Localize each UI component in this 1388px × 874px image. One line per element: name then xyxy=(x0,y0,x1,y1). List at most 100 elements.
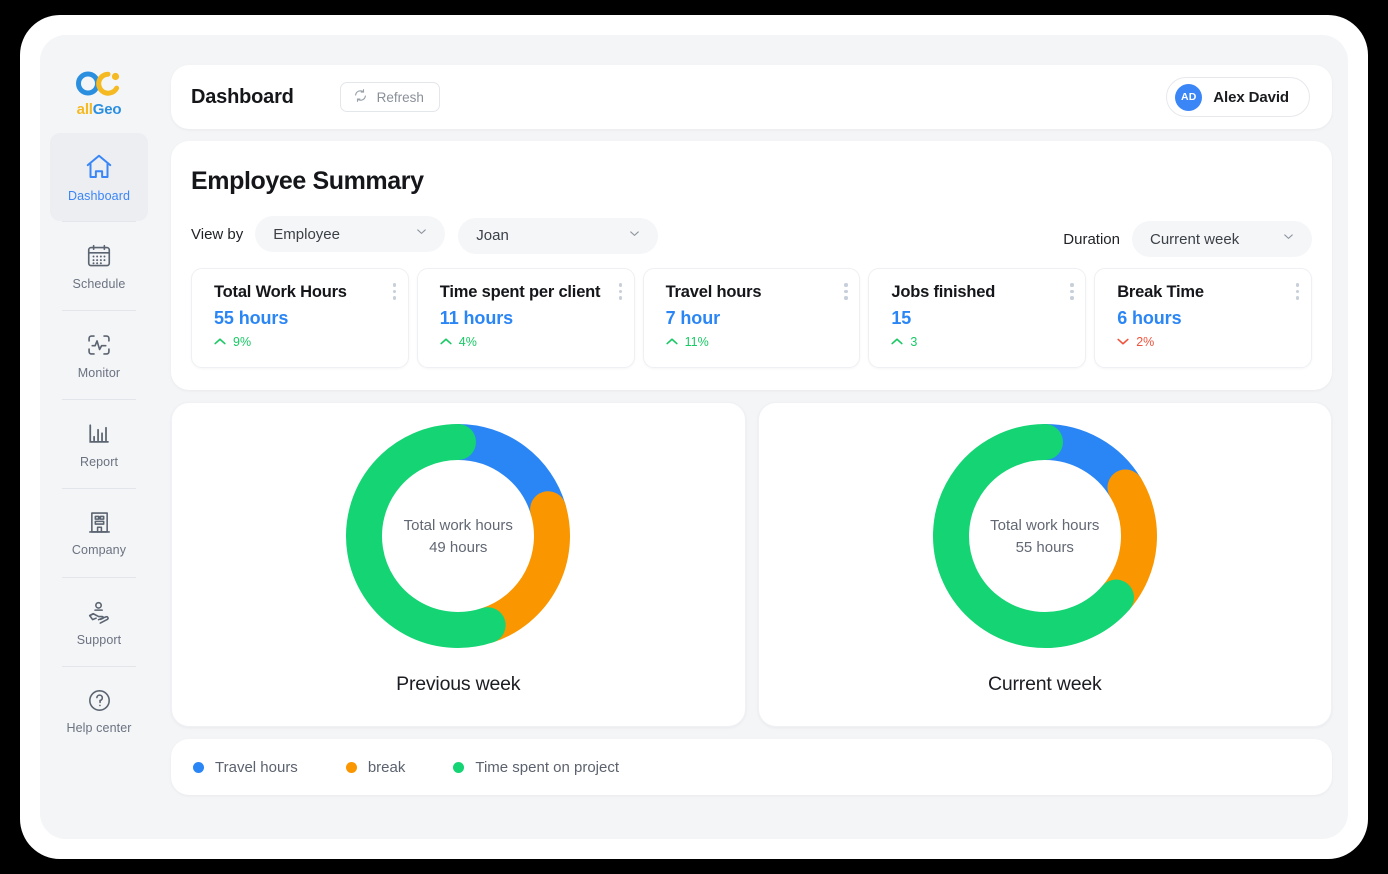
sidebar-item-label: Report xyxy=(79,454,119,469)
donut-chart-current-week: Total work hours 55 hours xyxy=(926,417,1164,655)
stat-delta-value: 3 xyxy=(910,335,918,350)
header-bar: Dashboard Refresh AD Alex David xyxy=(171,65,1332,129)
card-menu-button[interactable] xyxy=(844,283,848,300)
stat-delta-value: 2% xyxy=(1136,335,1155,350)
card-menu-button[interactable] xyxy=(1070,283,1074,300)
legend-label: Travel hours xyxy=(215,758,298,776)
sidebar-item-schedule[interactable]: Schedule xyxy=(50,222,148,310)
stats-row: Total Work Hours 55 hours 9% Time spent … xyxy=(191,268,1312,368)
stat-delta-value: 11% xyxy=(684,335,709,350)
stat-delta: 9% xyxy=(214,335,394,349)
legend-label: Time spent on project xyxy=(475,758,620,776)
sidebar-item-label: Support xyxy=(76,632,122,647)
duration-select[interactable]: Current week xyxy=(1132,221,1312,257)
sidebar-item-label: Help center xyxy=(66,721,132,735)
sidebar-item-help-center[interactable]: Help center xyxy=(50,667,148,755)
stat-value: 7 hour xyxy=(665,308,721,329)
allgeo-logo-text: allGeo xyxy=(77,102,122,117)
user-name: Alex David xyxy=(1213,88,1289,106)
stat-value: 15 xyxy=(891,308,912,329)
app-shell: allGeo Dashboard Schedule Monitor Report… xyxy=(40,35,1348,839)
donut-center-label: Total work hours 55 hours xyxy=(926,417,1164,655)
arrow-up-icon xyxy=(891,335,904,349)
chart-caption: Previous week xyxy=(396,673,521,695)
sidebar-item-label: Company xyxy=(71,543,127,557)
sidebar-item-dashboard[interactable]: Dashboard xyxy=(50,133,148,221)
calendar-icon xyxy=(85,242,113,270)
arrow-up-icon xyxy=(665,335,678,349)
chart-card-current-week: Total work hours 55 hours Current week xyxy=(757,402,1332,727)
stat-title: Total Work Hours xyxy=(214,283,347,301)
sidebar-item-support[interactable]: Support xyxy=(50,578,148,666)
view-by-select[interactable]: Employee xyxy=(255,216,446,252)
refresh-label: Refresh xyxy=(376,89,424,105)
legend-item-time-spent-on-project[interactable]: Time spent on project xyxy=(453,759,619,776)
stat-delta: 2% xyxy=(1117,335,1297,349)
sidebar-item-company[interactable]: Company xyxy=(50,489,148,577)
hand-support-icon xyxy=(85,598,113,626)
chevron-down-icon xyxy=(1281,229,1296,249)
stat-card-break-time: Break Time 6 hours 2% xyxy=(1094,268,1312,368)
chart-caption: Current week xyxy=(987,673,1102,695)
duration-group: Duration Current week xyxy=(1063,221,1312,257)
sidebar: allGeo Dashboard Schedule Monitor Report… xyxy=(40,35,158,839)
card-menu-button[interactable] xyxy=(392,283,397,300)
allgeo-logo-mark xyxy=(75,71,123,101)
sidebar-item-monitor[interactable]: Monitor xyxy=(50,311,148,399)
card-menu-button[interactable] xyxy=(1295,283,1300,300)
employee-select[interactable]: Joan xyxy=(458,217,659,254)
user-menu[interactable]: AD Alex David xyxy=(1166,77,1310,117)
arrow-down-icon xyxy=(1117,335,1129,349)
stat-value: 11 hours xyxy=(439,308,514,329)
legend-color-dot xyxy=(453,761,465,773)
sidebar-item-label: Schedule xyxy=(72,276,126,291)
legend-item-travel-hours[interactable]: Travel hours xyxy=(193,759,298,776)
stat-card-total-work-hours: Total Work Hours 55 hours 9% xyxy=(191,268,409,368)
avatar: AD xyxy=(1175,83,1203,111)
sidebar-item-label: Monitor xyxy=(77,365,121,380)
stat-card-jobs-finished: Jobs finished 15 3 xyxy=(868,268,1087,368)
allgeo-logo: allGeo xyxy=(67,71,131,117)
legend-item-break[interactable]: break xyxy=(345,759,405,776)
sidebar-item-report[interactable]: Report xyxy=(50,400,148,488)
stat-title: Time spent per client xyxy=(439,283,601,301)
view-by-label: View by xyxy=(191,225,244,243)
stat-value: 6 hours xyxy=(1117,308,1182,329)
donut-center-value: 55 hours xyxy=(1015,538,1074,556)
sidebar-item-label: Dashboard xyxy=(67,188,131,203)
page-title: Dashboard xyxy=(191,85,294,108)
donut-center-value: 49 hours xyxy=(429,538,488,556)
employee-summary-panel: Employee Summary View by Employee Joan D… xyxy=(171,141,1332,390)
arrow-up-icon xyxy=(214,335,226,349)
employee-value: Joan xyxy=(476,227,509,244)
building-icon xyxy=(86,509,113,536)
chevron-down-icon xyxy=(414,224,429,244)
card-menu-button[interactable] xyxy=(618,283,623,300)
question-circle-icon xyxy=(86,687,113,714)
charts-row: Total work hours 49 hours Previous week … xyxy=(171,402,1332,727)
device-frame: allGeo Dashboard Schedule Monitor Report… xyxy=(20,15,1368,859)
chart-legend: Travel hours break Time spent on project xyxy=(171,739,1332,795)
main-content: Dashboard Refresh AD Alex David Employee… xyxy=(158,35,1348,839)
stat-delta-value: 9% xyxy=(233,335,252,350)
legend-color-dot xyxy=(193,761,204,773)
duration-label: Duration xyxy=(1063,230,1120,248)
view-by-value: Employee xyxy=(273,225,340,243)
refresh-button[interactable]: Refresh xyxy=(339,82,440,112)
stat-card-travel-hours: Travel hours 7 hour 11% xyxy=(642,268,861,368)
legend-color-dot xyxy=(345,761,357,773)
stat-title: Break Time xyxy=(1117,283,1204,301)
donut-center-title: Total work hours xyxy=(990,516,1100,534)
summary-title: Employee Summary xyxy=(191,167,424,195)
stat-title: Travel hours xyxy=(665,283,762,301)
home-icon xyxy=(84,152,114,182)
stat-value: 55 hours xyxy=(214,308,289,329)
filter-row: View by Employee Joan Duration Current w… xyxy=(191,216,1312,257)
donut-center-title: Total work hours xyxy=(403,516,513,534)
donut-center-label: Total work hours 49 hours xyxy=(339,417,577,655)
stat-delta-value: 4% xyxy=(458,335,477,350)
donut-chart-previous-week: Total work hours 49 hours xyxy=(339,417,577,655)
arrow-up-icon xyxy=(440,335,452,349)
stat-delta: 11% xyxy=(665,335,846,350)
bar-chart-icon xyxy=(85,420,113,448)
